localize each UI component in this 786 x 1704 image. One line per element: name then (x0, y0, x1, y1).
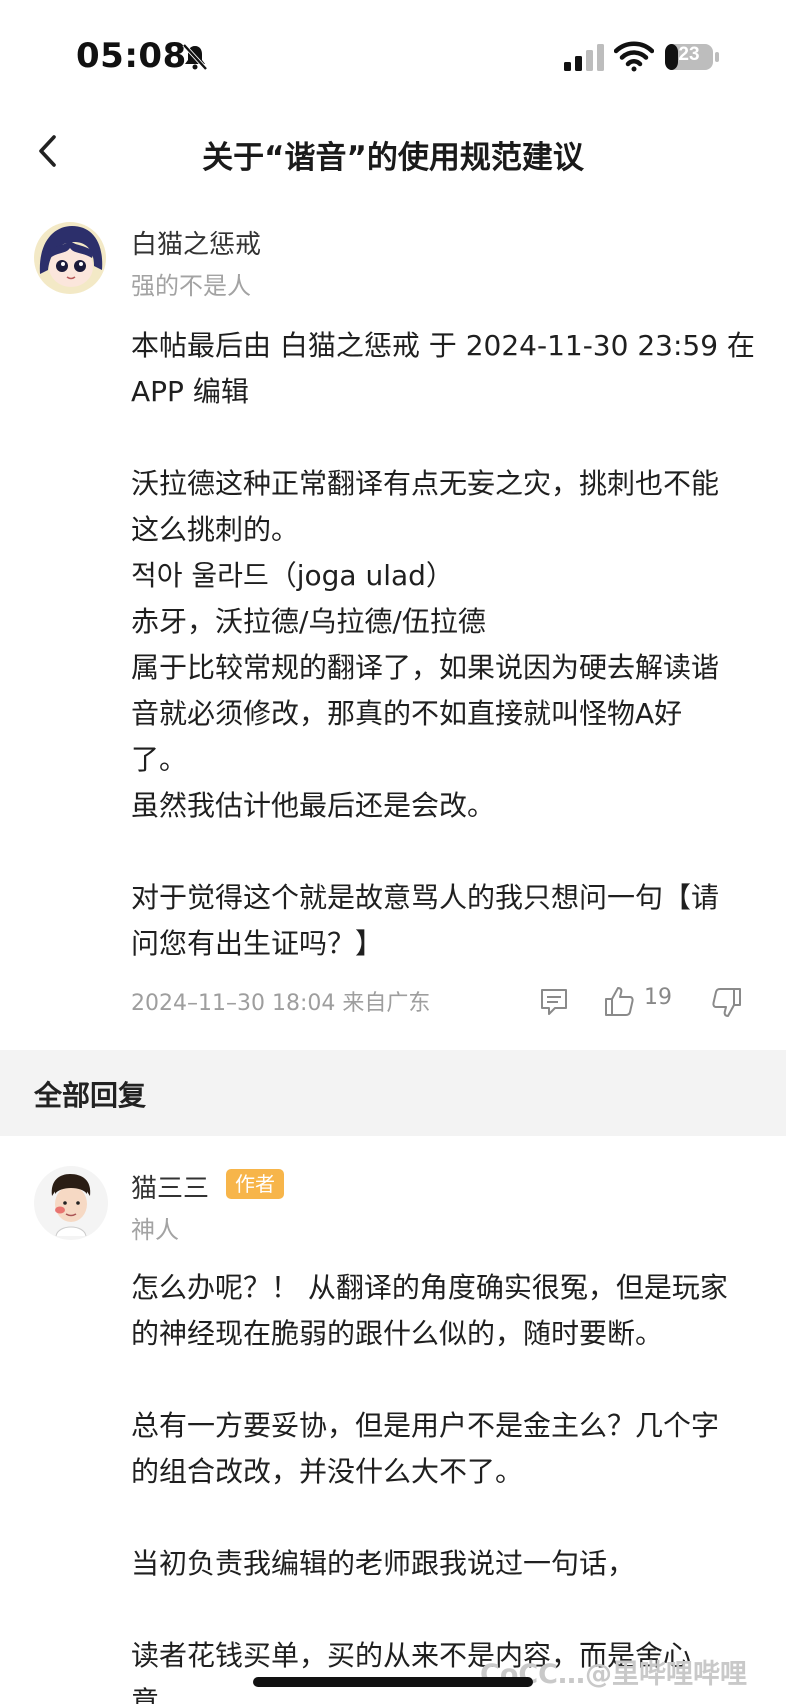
post-line: 虽然我估计他最后还是会改。 (131, 789, 496, 822)
bell-muted-icon (182, 43, 208, 71)
post-line: 了。 (131, 743, 188, 776)
post-author[interactable]: 白猫之惩戒 (131, 224, 261, 261)
comment-icon[interactable] (538, 986, 570, 1018)
thumbs-up-icon[interactable] (602, 984, 636, 1018)
reply-line: 总有一方要妥协，但是用户不是金主么？几个字 (131, 1409, 720, 1442)
reply-author[interactable]: 猫三三 (131, 1168, 209, 1205)
status-bar: 05:08 23 (0, 0, 786, 118)
reply-line: 怎么办呢？！ 从翻译的角度确实很冤，但是玩家 (131, 1271, 728, 1304)
reply-line: 的神经现在脆弱的跟什么似的，随时要断。 (131, 1317, 664, 1350)
replies-section-title: 全部回复 (34, 1079, 147, 1112)
signal-icon (564, 44, 604, 71)
post-line: 赤牙，沃拉德/乌拉德/伍拉德 (131, 605, 486, 638)
post-line: 적아 울라드（joga ulad） (131, 559, 454, 592)
reply-line: 当初负责我编辑的老师跟我说过一句话， (131, 1547, 636, 1580)
post-line: 这么挑刺的。 (131, 513, 300, 546)
avatar[interactable] (34, 222, 106, 294)
post-line (131, 415, 756, 461)
post-line: APP 编辑 (131, 375, 249, 408)
thumbs-down-icon[interactable] (710, 986, 744, 1020)
post-line: 对于觉得这个就是故意骂人的我只想问一句【请 (131, 881, 720, 914)
reply-line (131, 1495, 756, 1541)
reply-author-title: 神人 (131, 1216, 179, 1244)
post-line: 属于比较常规的翻译了，如果说因为硬去解读谐 (131, 651, 720, 684)
reply-line (131, 1357, 756, 1403)
home-indicator[interactable] (253, 1677, 533, 1687)
nav-bar: 关于“谐音”的使用规范建议 (0, 118, 786, 186)
chevron-left-icon[interactable] (34, 132, 60, 170)
page-title: 关于“谐音”的使用规范建议 (202, 140, 584, 176)
like-count: 19 (644, 985, 672, 1010)
post-body: 本帖最后由 白猫之惩戒 于 2024-11-30 23:59 在 APP 编辑 … (131, 323, 756, 967)
reply-avatar[interactable] (34, 1166, 108, 1240)
replies-section-header: 全部回复 (0, 1050, 786, 1136)
post-author-title: 强的不是人 (131, 272, 251, 300)
battery-icon: 23 (664, 42, 720, 72)
reply-line: 的组合改改，并没什么大不了。 (131, 1455, 524, 1488)
post-line: 问您有出生证吗？】 (131, 927, 384, 960)
post-line (131, 829, 756, 875)
battery-level: 23 (678, 44, 700, 65)
page: 05:08 23 关于“谐音”的使用规范建议 白猫之惩戒 强的不是人 本帖最后由… (0, 0, 786, 1704)
wifi-icon (614, 41, 654, 72)
post-line: 音就必须修改，那真的不如直接就叫怪物A好 (131, 697, 683, 730)
post-line: 沃拉德这种正常翻译有点无妄之灾，挑刺也不能 (131, 467, 720, 500)
status-time: 05:08 (76, 36, 187, 76)
reply-line (131, 1587, 756, 1633)
author-badge: 作者 (226, 1169, 284, 1199)
post-line: 本帖最后由 白猫之惩戒 于 2024-11-30 23:59 在 (131, 329, 755, 362)
reply-body: 怎么办呢？！ 从翻译的角度确实很冤，但是玩家 的神经现在脆弱的跟什么似的，随时要… (131, 1265, 756, 1704)
post-meta: 2024–11–30 18:04 来自广东 (131, 991, 431, 1016)
